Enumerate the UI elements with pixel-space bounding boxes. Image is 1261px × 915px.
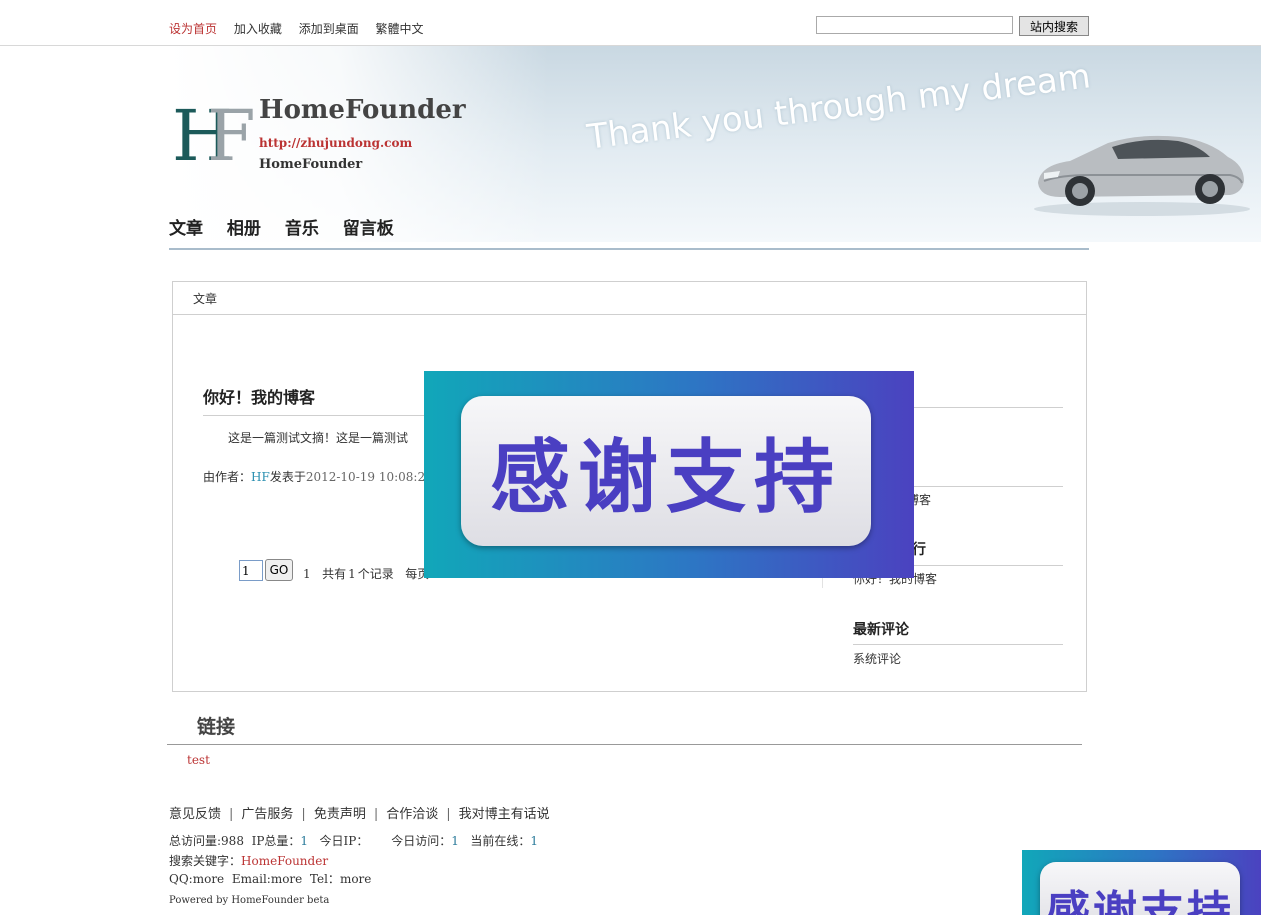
- today-ip-label: 今日IP：: [319, 834, 369, 848]
- sidebar-comment-item[interactable]: 系统评论: [853, 650, 901, 667]
- content-header-divider: [172, 314, 1087, 315]
- footer-contact: QQ:more Email:more Tel：more: [169, 870, 371, 887]
- email-value: more: [270, 872, 303, 886]
- car-illustration: [1034, 135, 1250, 216]
- site-subtitle: HomeFounder: [259, 157, 363, 172]
- ip-total-count: 1: [300, 834, 309, 848]
- top-links: 设为首页 加入收藏 添加到桌面 繁體中文: [169, 20, 437, 37]
- keyword-link[interactable]: HomeFounder: [241, 854, 328, 868]
- post-meta-mid: 发表于: [269, 470, 306, 484]
- corner-ad-button-face: 感谢支持: [1040, 862, 1240, 915]
- footer-disclaimer-link[interactable]: 免责声明: [314, 807, 366, 822]
- sidebar-latest-comments-title: 最新评论: [853, 622, 909, 638]
- post-title[interactable]: 你好！我的博客: [203, 384, 315, 408]
- footer-ads-link[interactable]: 广告服务: [241, 807, 293, 822]
- logo-letter-f: F: [207, 95, 256, 177]
- go-button[interactable]: GO: [265, 559, 293, 581]
- sidebar-divider: [853, 644, 1063, 645]
- main-nav: 文章 相册 音乐 留言板: [169, 214, 412, 239]
- add-favorites-link[interactable]: 加入收藏: [234, 22, 282, 36]
- site-title: HomeFounder: [259, 95, 466, 125]
- pager-total-prefix: 共有: [322, 567, 347, 581]
- set-homepage-link[interactable]: 设为首页: [169, 22, 217, 36]
- links-title: 链接: [197, 716, 236, 738]
- thanks-popup-ad[interactable]: 感谢支持: [424, 371, 914, 578]
- add-to-desktop-link[interactable]: 添加到桌面: [299, 22, 359, 36]
- nav-guestbook[interactable]: 留言板: [343, 219, 394, 239]
- online-label: 当前在线：: [470, 834, 531, 848]
- footer-cooperation-link[interactable]: 合作洽谈: [386, 807, 438, 822]
- post-date: 2012-10-19 10:08:23: [305, 470, 433, 484]
- today-visits-label: 今日访问：: [391, 834, 452, 848]
- keywords-label: 搜索关键字：: [169, 854, 242, 868]
- post-meta: 由作者：HF发表于2012-10-19 10:08:23: [203, 468, 433, 485]
- corner-popup-ad[interactable]: 感谢支持: [1022, 850, 1261, 915]
- visits-label: 总访问量:: [169, 834, 222, 848]
- pager-total-count: 1: [348, 567, 356, 581]
- footer-stats: 总访问量:988 IP总量：1 今日IP： 今日访问：1 当前在线：1: [169, 832, 538, 849]
- visits-count: 988: [221, 834, 244, 848]
- qq-label: QQ:: [169, 872, 193, 886]
- friend-link[interactable]: test: [187, 753, 210, 767]
- footer-message-owner-link[interactable]: 我对博主有话说: [459, 807, 550, 822]
- tel-label: Tel：: [309, 872, 340, 886]
- post-summary: 这是一篇测试文摘！这是一篇测试: [228, 431, 409, 445]
- footer-nav: 意见反馈 | 广告服务 | 免责声明 | 合作洽谈 | 我对博主有话说: [169, 807, 550, 822]
- today-visits-count: 1: [451, 834, 459, 848]
- pager-current-page[interactable]: 1: [303, 567, 311, 581]
- ad-text: 感谢支持: [490, 431, 842, 524]
- nav-articles[interactable]: 文章: [169, 219, 203, 239]
- online-count: 1: [530, 834, 538, 848]
- post-divider: [203, 415, 453, 416]
- post-author-link[interactable]: HF: [251, 470, 270, 484]
- ad-button-face: 感谢支持: [461, 396, 871, 546]
- post-meta-prefix: 由作者：: [203, 470, 252, 484]
- pager-total-suffix: 个记录: [357, 567, 394, 581]
- site-url-link[interactable]: http://zhujundong.com: [259, 136, 412, 150]
- sidebar-ranking-title: 行: [912, 542, 926, 558]
- traditional-chinese-link[interactable]: 繁體中文: [376, 22, 424, 36]
- site-search-button[interactable]: 站内搜索: [1019, 16, 1089, 36]
- email-label: Email:: [231, 872, 271, 886]
- footer-feedback-link[interactable]: 意见反馈: [169, 807, 221, 822]
- nav-divider: [169, 248, 1089, 250]
- qq-value: more: [192, 872, 225, 886]
- pager-info: 1 共有 1 个记录 每页: [303, 565, 429, 582]
- links-divider: [167, 744, 1082, 745]
- page-number-input[interactable]: [239, 560, 263, 581]
- nav-albums[interactable]: 相册: [227, 219, 261, 239]
- powered-by: Powered by HomeFounder beta: [169, 895, 330, 906]
- search-input[interactable]: [816, 16, 1013, 34]
- nav-music[interactable]: 音乐: [285, 219, 319, 239]
- footer-keywords: 搜索关键字：HomeFounder: [169, 852, 328, 869]
- ip-total-label: IP总量：: [251, 834, 301, 848]
- tel-value: more: [339, 872, 372, 886]
- content-tab-label: 文章: [193, 292, 218, 306]
- corner-ad-text: 感谢支持: [1046, 887, 1234, 915]
